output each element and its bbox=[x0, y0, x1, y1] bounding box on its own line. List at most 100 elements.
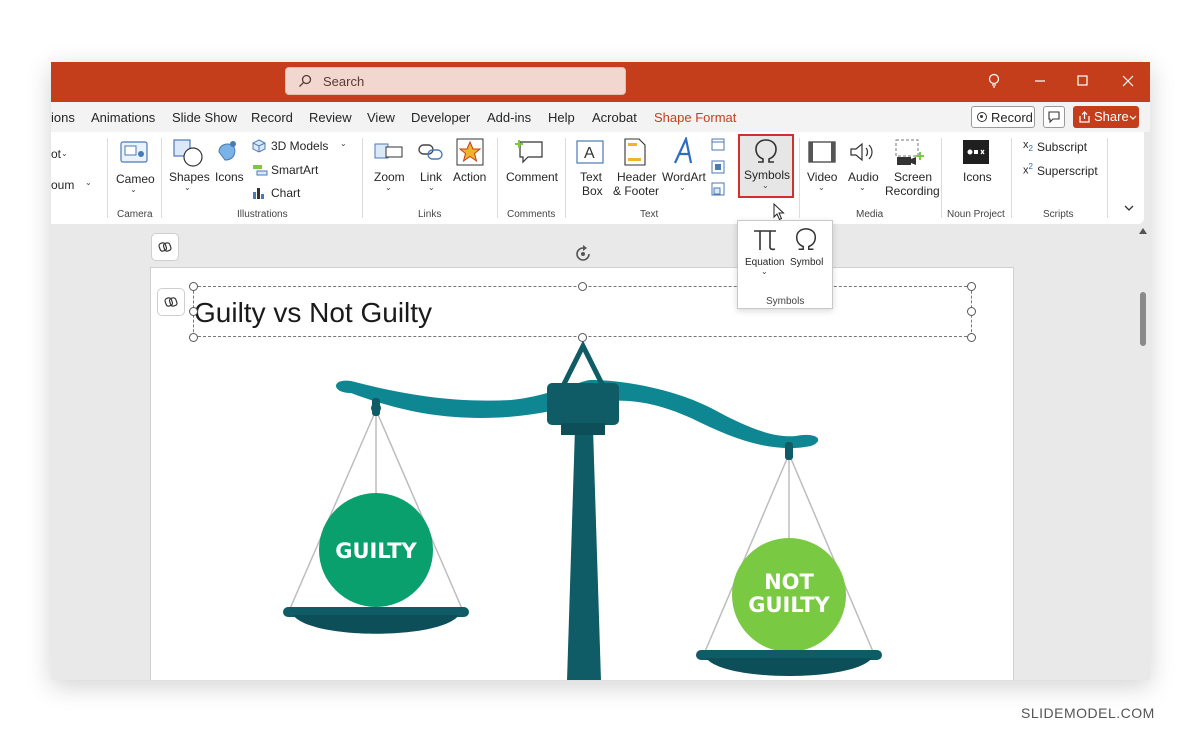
header-footer-label-1[interactable]: Header bbox=[617, 170, 656, 184]
ribbon-partial-item-2[interactable]: oum bbox=[51, 178, 74, 192]
chevron-down-icon: ⌄ bbox=[762, 181, 769, 190]
resize-handle[interactable] bbox=[967, 282, 976, 291]
tab-shape-format[interactable]: Shape Format bbox=[654, 110, 736, 125]
resize-handle[interactable] bbox=[189, 282, 198, 291]
resize-handle[interactable] bbox=[967, 307, 976, 316]
chevron-down-icon: ⌄ bbox=[679, 183, 686, 192]
tab-help[interactable]: Help bbox=[548, 110, 575, 125]
ribbon-partial-item-1[interactable]: ot bbox=[51, 147, 61, 161]
tab-transitions[interactable]: ions bbox=[51, 110, 75, 125]
tab-acrobat[interactable]: Acrobat bbox=[592, 110, 637, 125]
group-label-camera: Camera bbox=[117, 209, 153, 220]
audio-button[interactable]: Audio bbox=[848, 170, 879, 184]
rotate-handle-icon[interactable] bbox=[572, 243, 594, 265]
3d-models-button[interactable]: 3D Models bbox=[271, 139, 328, 153]
subscript-icon: x2 bbox=[1023, 139, 1033, 154]
chevron-down-icon: ⌄ bbox=[818, 183, 825, 192]
smartart-icon bbox=[253, 165, 268, 176]
record-button[interactable]: Record bbox=[971, 106, 1035, 128]
collapse-ribbon-chevron-icon[interactable] bbox=[1124, 205, 1134, 212]
copilot-icon bbox=[158, 242, 172, 252]
share-button[interactable]: Share bbox=[1073, 106, 1139, 128]
chevron-down-icon bbox=[1129, 115, 1137, 120]
scroll-up-icon[interactable] bbox=[1139, 228, 1147, 234]
share-button-label: Share bbox=[1094, 109, 1129, 124]
tab-view[interactable]: View bbox=[367, 110, 395, 125]
chevron-down-icon: ⌄ bbox=[761, 267, 768, 276]
close-button[interactable] bbox=[1104, 62, 1150, 102]
header-footer-label-2[interactable]: & Footer bbox=[613, 184, 659, 198]
omega-icon bbox=[755, 139, 777, 163]
left-hook-bar bbox=[372, 398, 380, 416]
slide-copilot-button[interactable] bbox=[157, 288, 185, 316]
maximize-button[interactable] bbox=[1060, 62, 1106, 102]
tab-record[interactable]: Record bbox=[251, 110, 293, 125]
slide-title[interactable]: Guilty vs Not Guilty bbox=[194, 297, 432, 329]
tab-review[interactable]: Review bbox=[309, 110, 352, 125]
screen-recording-label-1[interactable]: Screen bbox=[894, 170, 932, 184]
screen-recording-label-2[interactable]: Recording bbox=[885, 184, 940, 198]
chevron-down-icon: ⌄ bbox=[340, 139, 347, 148]
chevron-down-icon: ⌄ bbox=[130, 185, 137, 194]
wordart-button[interactable]: WordArt bbox=[662, 170, 706, 184]
resize-handle[interactable] bbox=[189, 307, 198, 316]
comment-icon bbox=[1048, 111, 1060, 124]
text-box-label-2[interactable]: Box bbox=[582, 184, 603, 198]
superscript-icon: x2 bbox=[1023, 162, 1033, 177]
tab-developer[interactable]: Developer bbox=[411, 110, 470, 125]
video-icon bbox=[808, 141, 836, 163]
symbols-button-label: Symbols bbox=[744, 168, 791, 182]
symbol-button[interactable]: Symbol bbox=[790, 257, 823, 268]
powerpoint-window: Search ions Animations Slide Show Record… bbox=[51, 62, 1150, 680]
chevron-down-icon: ⌄ bbox=[859, 183, 866, 192]
resize-handle[interactable] bbox=[578, 282, 587, 291]
video-button[interactable]: Video bbox=[807, 170, 837, 184]
tab-animations[interactable]: Animations bbox=[91, 110, 155, 125]
scale-top bbox=[558, 340, 608, 389]
group-separator bbox=[362, 138, 363, 218]
tab-slide-show[interactable]: Slide Show bbox=[172, 110, 237, 125]
minimize-button[interactable] bbox=[1017, 62, 1063, 102]
group-label-illustrations: Illustrations bbox=[237, 209, 288, 220]
3d-models-icon bbox=[252, 139, 266, 153]
group-separator bbox=[799, 138, 800, 218]
link-button[interactable]: Link bbox=[420, 170, 442, 184]
chart-button[interactable]: Chart bbox=[271, 186, 300, 200]
icons-button[interactable]: Icons bbox=[215, 170, 244, 184]
right-pan-bowl bbox=[706, 658, 872, 676]
smartart-button[interactable]: SmartArt bbox=[271, 163, 318, 177]
left-pan-bowl bbox=[293, 615, 459, 634]
lightbulb-icon[interactable] bbox=[971, 62, 1017, 102]
group-separator bbox=[1011, 138, 1012, 218]
superscript-button[interactable]: Superscript bbox=[1037, 164, 1098, 178]
subscript-button[interactable]: Subscript bbox=[1037, 140, 1087, 154]
chevron-down-icon: ⌄ bbox=[85, 178, 92, 187]
group-label-media: Media bbox=[856, 209, 884, 220]
audio-icon bbox=[850, 142, 873, 162]
scrollbar-thumb[interactable] bbox=[1140, 292, 1146, 346]
cameo-button[interactable]: Cameo bbox=[116, 172, 155, 186]
text-box-label-1[interactable]: Text bbox=[580, 170, 602, 184]
shapes-button[interactable]: Shapes bbox=[169, 170, 210, 184]
resize-handle[interactable] bbox=[189, 333, 198, 342]
comment-button[interactable]: Comment bbox=[506, 170, 558, 184]
action-button[interactable]: Action bbox=[453, 170, 486, 184]
copilot-button[interactable] bbox=[151, 233, 179, 261]
screen-recording-icon bbox=[895, 139, 924, 165]
title-bar: Search bbox=[51, 62, 1150, 102]
symbols-button[interactable]: Symbols ⌄ bbox=[738, 134, 794, 198]
noun-project-icons-button[interactable]: Icons bbox=[963, 170, 992, 184]
scale-collar bbox=[561, 423, 605, 435]
vertical-scrollbar[interactable] bbox=[1136, 224, 1150, 680]
tab-add-ins[interactable]: Add-ins bbox=[487, 110, 531, 125]
resize-handle[interactable] bbox=[578, 333, 587, 342]
resize-handle[interactable] bbox=[967, 333, 976, 342]
comments-button[interactable] bbox=[1043, 106, 1065, 128]
zoom-button[interactable]: Zoom bbox=[374, 170, 405, 184]
group-separator bbox=[161, 138, 162, 218]
not-guilty-label-2: GUILTY bbox=[748, 593, 830, 617]
icons-icon bbox=[218, 141, 236, 161]
share-icon bbox=[1079, 111, 1090, 123]
search-box[interactable]: Search bbox=[285, 67, 626, 95]
record-icon bbox=[977, 112, 987, 122]
